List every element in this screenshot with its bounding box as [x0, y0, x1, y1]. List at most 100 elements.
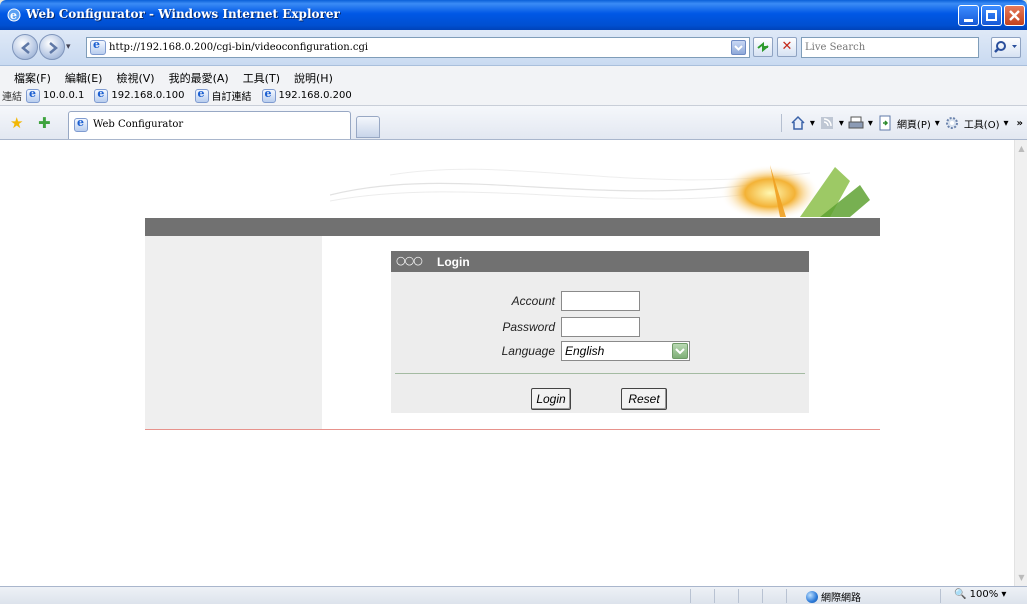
window-title: Web Configurator - Windows Internet Expl…: [26, 7, 340, 21]
menu-file[interactable]: 檔案(F): [14, 70, 51, 86]
account-field[interactable]: [561, 291, 640, 311]
status-divider: [690, 589, 691, 603]
login-button[interactable]: Login: [531, 388, 571, 410]
minimize-icon: [964, 19, 973, 22]
links-label: 連結: [2, 92, 22, 103]
svg-text:e: e: [10, 9, 17, 22]
language-select[interactable]: English: [561, 341, 690, 361]
link-item[interactable]: 自訂連結: [194, 87, 252, 103]
link-item[interactable]: 10.0.0.1: [26, 87, 85, 103]
search-button[interactable]: [991, 37, 1021, 58]
back-arrow-icon: [21, 42, 30, 54]
password-row: Password: [391, 317, 809, 337]
maximize-button[interactable]: [981, 5, 1002, 26]
tools-dropdown-icon[interactable]: ▾: [1004, 118, 1009, 129]
status-divider: [738, 589, 739, 603]
password-label: Password: [502, 320, 555, 334]
favorites-star-icon[interactable]: ★: [10, 114, 23, 132]
address-url[interactable]: http://192.168.0.200/cgi-bin/videoconfig…: [109, 42, 368, 53]
language-row: Language English: [391, 341, 809, 361]
language-dropdown-button[interactable]: [672, 343, 688, 359]
home-dropdown-icon[interactable]: ▾: [810, 118, 815, 129]
overflow-chevron-icon[interactable]: »: [1017, 118, 1023, 129]
menu-tools[interactable]: 工具(T): [243, 70, 280, 86]
scroll-down-icon[interactable]: ▼: [1017, 573, 1026, 582]
scroll-up-icon[interactable]: ▲: [1017, 144, 1026, 153]
login-title: Login: [437, 255, 470, 269]
status-divider: [762, 589, 763, 603]
stop-button[interactable]: ✕: [777, 37, 797, 57]
zoom-level[interactable]: 🔍 100% ▾: [954, 589, 1006, 600]
history-dropdown-icon[interactable]: ▾: [66, 42, 71, 52]
separator: [780, 114, 782, 132]
link-label: 192.168.0.100: [111, 90, 185, 101]
rss-feed-icon[interactable]: [819, 115, 835, 131]
zoom-dropdown-icon[interactable]: ▾: [1001, 589, 1006, 600]
page-menu-button[interactable]: 網頁(P): [897, 116, 931, 131]
forward-arrow-icon: [49, 42, 58, 54]
close-icon: [1009, 10, 1020, 21]
reset-button[interactable]: Reset: [621, 388, 667, 410]
security-zone[interactable]: 網際網路: [806, 589, 861, 604]
language-label: Language: [501, 344, 555, 358]
vertical-scrollbar[interactable]: ▲ ▼: [1014, 140, 1027, 586]
chain-link-icon: ○○○: [396, 254, 423, 267]
address-bar[interactable]: http://192.168.0.200/cgi-bin/videoconfig…: [86, 37, 750, 58]
back-button[interactable]: [12, 34, 38, 60]
new-tab-button[interactable]: [356, 116, 380, 138]
link-item[interactable]: 192.168.0.100: [94, 87, 185, 103]
link-label: 192.168.0.200: [278, 90, 352, 101]
language-selected-value: English: [565, 344, 605, 358]
account-label: Account: [511, 294, 555, 308]
minimize-button[interactable]: [958, 5, 979, 26]
menu-view[interactable]: 檢視(V): [116, 70, 154, 86]
ie-page-icon: [94, 87, 109, 103]
header-bar: [145, 218, 880, 236]
tools-menu-button[interactable]: 工具(O): [964, 116, 1000, 131]
zoom-icon: 🔍: [954, 589, 967, 600]
status-divider: [940, 589, 941, 603]
home-icon[interactable]: [790, 115, 806, 131]
tab-bar: ★ ✚ Web Configurator ▾ ▾ ▾ 網頁(P) ▾ 工具(O)…: [0, 106, 1027, 140]
address-dropdown-button[interactable]: [731, 40, 746, 55]
link-item[interactable]: 192.168.0.200: [261, 87, 352, 103]
chevron-down-icon: [675, 348, 685, 355]
ie-page-icon: [261, 87, 276, 103]
left-sidebar: [145, 236, 322, 429]
page-menu-icon: [879, 115, 891, 131]
menu-edit[interactable]: 編輯(E): [65, 70, 103, 86]
refresh-button[interactable]: [753, 37, 773, 57]
menu-and-links-bar: 檔案(F) 編輯(E) 檢視(V) 我的最愛(A) 工具(T) 說明(H) 連結…: [0, 66, 1027, 106]
print-icon[interactable]: [848, 115, 864, 131]
add-favorite-icon[interactable]: ✚: [38, 114, 51, 132]
menu-help[interactable]: 說明(H): [294, 70, 333, 86]
account-row: Account: [391, 291, 809, 311]
password-field[interactable]: [561, 317, 640, 337]
ie-page-icon: [74, 116, 88, 132]
zoom-value: 100%: [969, 589, 999, 600]
internet-explorer-icon: e: [7, 8, 21, 22]
ie-page-icon: [194, 87, 209, 103]
page-icon: [90, 38, 106, 55]
banner-graphic: [330, 165, 870, 217]
menu-favorites[interactable]: 我的最愛(A): [169, 70, 229, 86]
forward-button[interactable]: [39, 34, 65, 60]
zone-label: 網際網路: [821, 593, 861, 604]
close-window-button[interactable]: [1004, 5, 1025, 26]
status-divider: [714, 589, 715, 603]
link-label: 10.0.0.1: [43, 90, 85, 101]
status-divider: [786, 589, 787, 603]
search-input[interactable]: [805, 39, 975, 56]
maximize-icon: [986, 10, 997, 21]
search-box[interactable]: [801, 37, 979, 58]
status-bar: 網際網路 🔍 100% ▾: [0, 586, 1027, 604]
rss-dropdown-icon[interactable]: ▾: [839, 118, 844, 129]
tab-web-configurator[interactable]: Web Configurator: [68, 111, 351, 139]
login-header: ○○○ Login: [391, 251, 809, 272]
chevron-down-icon: [734, 45, 743, 51]
account-input[interactable]: [563, 293, 638, 309]
page-dropdown-icon[interactable]: ▾: [935, 118, 940, 129]
login-panel: ○○○ Login Account Password Language Engl…: [391, 251, 809, 413]
print-dropdown-icon[interactable]: ▾: [868, 118, 873, 129]
password-input[interactable]: [563, 319, 638, 335]
